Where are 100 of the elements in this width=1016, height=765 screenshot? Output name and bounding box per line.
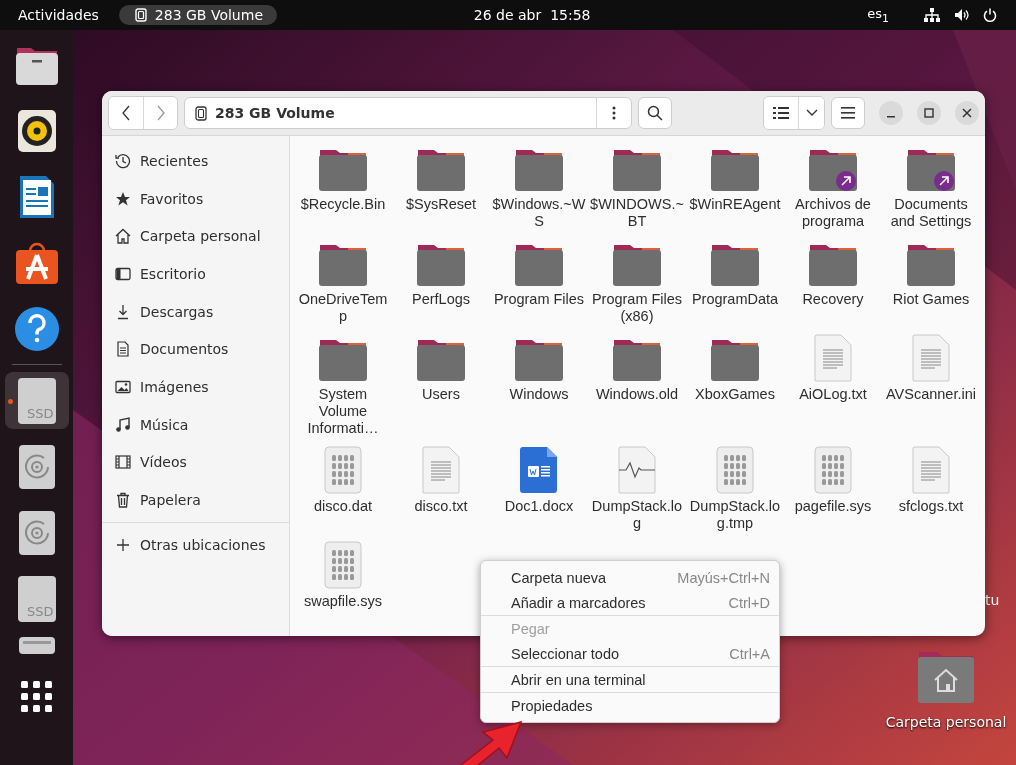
folder-shortcut-icon — [808, 148, 858, 192]
text-file-icon — [813, 334, 853, 382]
file-item[interactable]: Program Files — [490, 239, 588, 325]
folder-icon — [416, 148, 466, 192]
ssd-drive-icon: SSD — [17, 575, 56, 622]
file-item[interactable]: Windows.old — [588, 334, 686, 437]
app-grid-icon[interactable] — [20, 681, 53, 713]
sidebar-item[interactable]: Imágenes — [102, 368, 289, 406]
file-item[interactable]: pagefile.sys — [784, 446, 882, 532]
file-item[interactable]: Users — [392, 334, 490, 437]
file-item[interactable]: Documents and Settings — [882, 144, 980, 230]
volume-icon[interactable] — [954, 8, 969, 22]
desktop-icon[interactable]: Carpeta personal — [885, 650, 1007, 730]
file-item[interactable]: AVScanner.ini — [882, 334, 980, 437]
file-item[interactable]: swapfile.sys — [294, 541, 392, 610]
drive-icon — [17, 636, 56, 654]
word-document-icon — [519, 446, 559, 494]
file-item[interactable]: DumpStack.log — [588, 446, 686, 532]
network-icon[interactable] — [924, 8, 940, 22]
folder-icon — [318, 148, 368, 192]
file-item[interactable]: Doc1.docx — [490, 446, 588, 532]
sidebar-item[interactable]: Favoritos — [102, 179, 289, 218]
close-button[interactable] — [955, 101, 979, 125]
menu-item[interactable]: Propiedades — [481, 693, 779, 718]
menu-item[interactable]: Carpeta nueva Mayús+Ctrl+N — [481, 565, 779, 590]
file-item[interactable]: Riot Games — [882, 239, 980, 325]
sidebar-item[interactable]: Otras ubicaciones — [102, 525, 289, 564]
folder-icon — [808, 243, 858, 287]
file-item[interactable]: Archivos de programa — [784, 144, 882, 230]
file-item[interactable]: sfclogs.txt — [882, 446, 980, 532]
documents-icon — [115, 341, 131, 358]
folder-icon — [514, 338, 564, 382]
text-file-icon — [911, 446, 951, 494]
file-item[interactable]: System Volume Informati… — [294, 334, 392, 437]
folder-icon — [416, 338, 466, 382]
folder-shortcut-icon — [906, 148, 956, 192]
file-item[interactable]: OneDriveTemp — [294, 239, 392, 325]
file-item[interactable]: $WinREAgent — [686, 144, 784, 230]
power-icon[interactable] — [983, 8, 997, 22]
folder-icon — [710, 338, 760, 382]
file-item[interactable]: $WINDOWS.~BT — [588, 144, 686, 230]
binary-file-icon — [813, 446, 853, 494]
folder-icon — [906, 243, 956, 287]
menu-item[interactable]: Abrir en una terminal — [481, 667, 779, 692]
music-icon — [115, 416, 131, 433]
menu-icon — [841, 107, 855, 119]
menu-item[interactable]: Añadir a marcadores Ctrl+D — [481, 590, 779, 615]
speaker-icon — [16, 108, 57, 153]
close-icon — [962, 108, 972, 118]
file-item[interactable]: $Recycle.Bin — [294, 144, 392, 230]
activities-button[interactable]: Actividades — [18, 7, 99, 23]
binary-file-icon — [323, 541, 363, 589]
file-item[interactable]: DumpStack.log.tmp — [686, 446, 784, 532]
binary-file-icon — [715, 446, 755, 494]
starred-icon — [115, 190, 131, 207]
back-icon — [121, 105, 131, 121]
folder-icon — [612, 243, 662, 287]
videos-icon — [115, 454, 131, 471]
sidebar-item[interactable]: Escritorio — [102, 255, 289, 293]
minimize-button[interactable] — [879, 101, 903, 125]
sidebar-item[interactable]: Recientes — [102, 142, 289, 180]
sidebar-item[interactable]: Carpeta personal — [102, 217, 289, 256]
main-menu-button[interactable] — [831, 97, 865, 129]
sidebar-item[interactable]: Documentos — [102, 330, 289, 369]
file-item[interactable]: Recovery — [784, 239, 882, 325]
disc-drive-icon — [17, 509, 56, 556]
keyboard-layout[interactable]: es$_{1}$ — [867, 5, 889, 25]
drive-icon — [134, 8, 147, 22]
file-item[interactable]: $Windows.~WS — [490, 144, 588, 230]
file-item[interactable]: PerfLogs — [392, 239, 490, 325]
path-bar[interactable]: 283 GB Volume — [184, 97, 632, 129]
desktop-icon-label: tu — [985, 592, 1000, 608]
file-item[interactable]: Windows — [490, 334, 588, 437]
menu-item[interactable]: Seleccionar todo Ctrl+A — [481, 641, 779, 666]
sidebar-item[interactable]: Vídeos — [102, 443, 289, 482]
file-item[interactable]: ProgramData — [686, 239, 784, 325]
sidebar-item[interactable]: Papelera — [102, 481, 289, 519]
other-icon — [115, 536, 131, 553]
maximize-button[interactable] — [917, 101, 941, 125]
app-menu-button[interactable]: 283 GB Volume — [118, 5, 277, 25]
file-item[interactable]: disco.txt — [392, 446, 490, 532]
file-item[interactable]: disco.dat — [294, 446, 392, 532]
recent-icon — [115, 152, 131, 169]
file-item[interactable]: AiOLog.txt — [784, 334, 882, 437]
clock[interactable]: 26 de abr 15:58 — [473, 7, 591, 23]
desktop-icon — [115, 265, 131, 282]
minimize-icon — [887, 116, 895, 118]
folder-icon — [514, 148, 564, 192]
file-item[interactable]: $SysReset — [392, 144, 490, 230]
folder-icon — [612, 148, 662, 192]
folder-icon — [514, 243, 564, 287]
search-icon — [647, 105, 663, 121]
search-button[interactable] — [638, 97, 672, 129]
sidebar-item[interactable]: Descargas — [102, 292, 289, 331]
home-icon — [115, 228, 131, 245]
sidebar-item[interactable]: Música — [102, 405, 289, 444]
file-item[interactable]: XboxGames — [686, 334, 784, 437]
file-item[interactable]: Program Files (x86) — [588, 239, 686, 325]
folder-icon — [416, 243, 466, 287]
text-file-icon — [911, 334, 951, 382]
